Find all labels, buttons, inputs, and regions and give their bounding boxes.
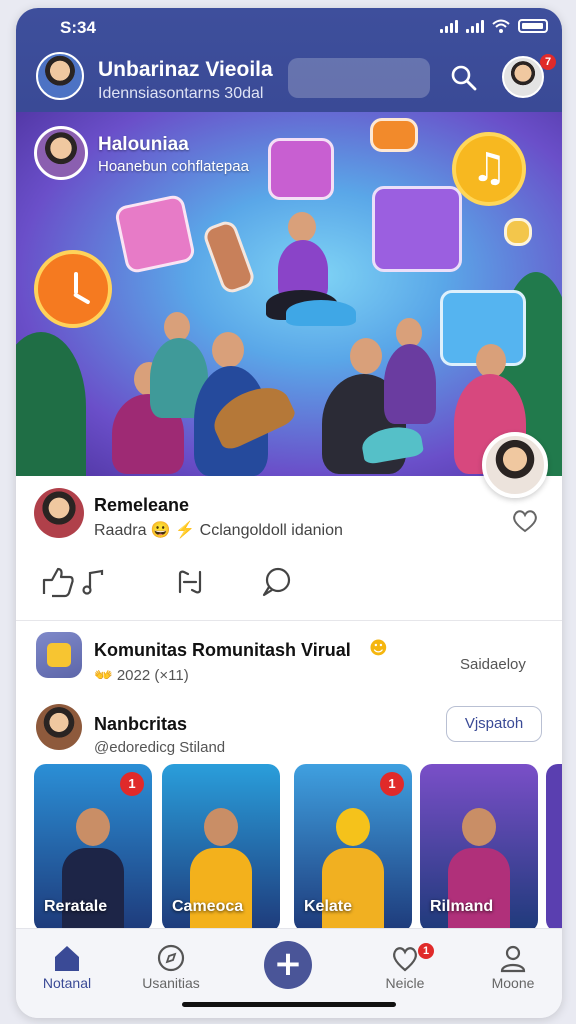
profile-avatar-button[interactable]	[502, 56, 544, 98]
app-header: S:34 Unbarinaz Vieoila Idennsiasontarns …	[16, 8, 562, 112]
home-icon	[55, 946, 79, 971]
member-avatar[interactable]	[36, 704, 82, 750]
status-time: S:34	[60, 18, 96, 37]
story-label: Cameoca	[172, 898, 244, 915]
app-subtitle: Idennsiasontarns 30dal	[98, 85, 264, 102]
story-card-partial[interactable]	[546, 764, 562, 932]
smiley-icon: ☻	[369, 638, 388, 659]
music-icon	[82, 569, 104, 595]
comment-button[interactable]	[260, 564, 294, 600]
member-name[interactable]: Nanbcritas	[94, 714, 187, 735]
nav-explore-label: Usanitias	[142, 975, 200, 991]
hero-avatar[interactable]	[34, 126, 88, 180]
story-label: Kelate	[304, 898, 353, 915]
member-action-button[interactable]: Vjspatoh	[446, 706, 542, 742]
thumbs-up-icon	[42, 567, 74, 598]
member-handle: @edoredicg Stiland	[94, 739, 226, 756]
profile-notification-badge: 7	[540, 54, 556, 70]
compass-icon	[157, 944, 185, 972]
wifi-icon	[492, 19, 510, 33]
status-icons	[440, 19, 548, 33]
story-label: Rilmand	[430, 898, 494, 915]
music-note-icon[interactable]: ♫	[452, 132, 526, 206]
community-icon[interactable]	[36, 632, 82, 678]
user-icon	[500, 945, 526, 973]
nav-notifications-label: Neicle	[385, 975, 425, 991]
share-button[interactable]	[174, 564, 206, 600]
nav-profile[interactable]: Moone	[468, 929, 558, 1018]
post-actions	[40, 564, 520, 604]
user-avatar[interactable]	[36, 52, 84, 100]
hero-banner[interactable]: Halouniaa Hoanebun cohflatepaa ♫	[16, 112, 562, 476]
community-date: 👐 2022 (×11)	[94, 667, 189, 684]
share-icon	[178, 570, 202, 594]
clock-icon[interactable]	[34, 250, 112, 328]
story-label: Reratale	[44, 898, 108, 915]
app-title: Unbarinaz Vieoila	[98, 58, 273, 81]
post-meta: Raadra 😀 ⚡ Cclangoldoll idanion	[94, 522, 343, 539]
notifications-badge: 1	[418, 943, 434, 959]
search-icon[interactable]	[448, 62, 480, 94]
hero-subtitle: Hoanebun cohflatepaa	[98, 158, 249, 175]
like-button[interactable]	[40, 564, 76, 600]
signal-icon	[440, 19, 458, 33]
phone-screen: S:34 Unbarinaz Vieoila Idennsiasontarns …	[16, 8, 562, 1018]
music-button[interactable]	[82, 564, 106, 600]
story-card[interactable]: 1 Kelate	[294, 764, 412, 932]
story-card[interactable]: Rilmand	[420, 764, 538, 932]
story-card[interactable]: 1 Reratale	[34, 764, 152, 932]
signal-icon-secondary	[466, 19, 484, 33]
search-bar[interactable]	[288, 58, 430, 98]
nav-home-label: Notanal	[42, 975, 92, 991]
nav-home[interactable]: Notanal	[22, 929, 112, 1018]
heart-icon	[393, 947, 417, 972]
status-bar: S:34	[16, 8, 562, 44]
battery-icon	[518, 19, 548, 33]
community-title[interactable]: Komunitas Romunitash Virual	[94, 640, 351, 661]
nav-profile-label: Moone	[491, 975, 535, 991]
story-carousel[interactable]: 1 Reratale Cameoca 1 Kelate Rilmand	[32, 764, 562, 932]
story-badge: 1	[380, 772, 404, 796]
story-badge: 1	[120, 772, 144, 796]
community-action-link[interactable]: Saidaeloy	[460, 656, 526, 673]
floating-avatar[interactable]	[482, 432, 548, 498]
post-author-avatar[interactable]	[34, 488, 84, 538]
hero-title: Halouniaa	[98, 134, 189, 155]
comment-icon	[262, 567, 291, 597]
story-card[interactable]: Cameoca	[162, 764, 280, 932]
favorite-icon[interactable]	[510, 508, 540, 534]
divider	[16, 620, 562, 621]
home-indicator	[182, 1002, 396, 1007]
post-author-name[interactable]: Remeleane	[94, 495, 189, 516]
create-post-button[interactable]: +	[264, 941, 312, 989]
